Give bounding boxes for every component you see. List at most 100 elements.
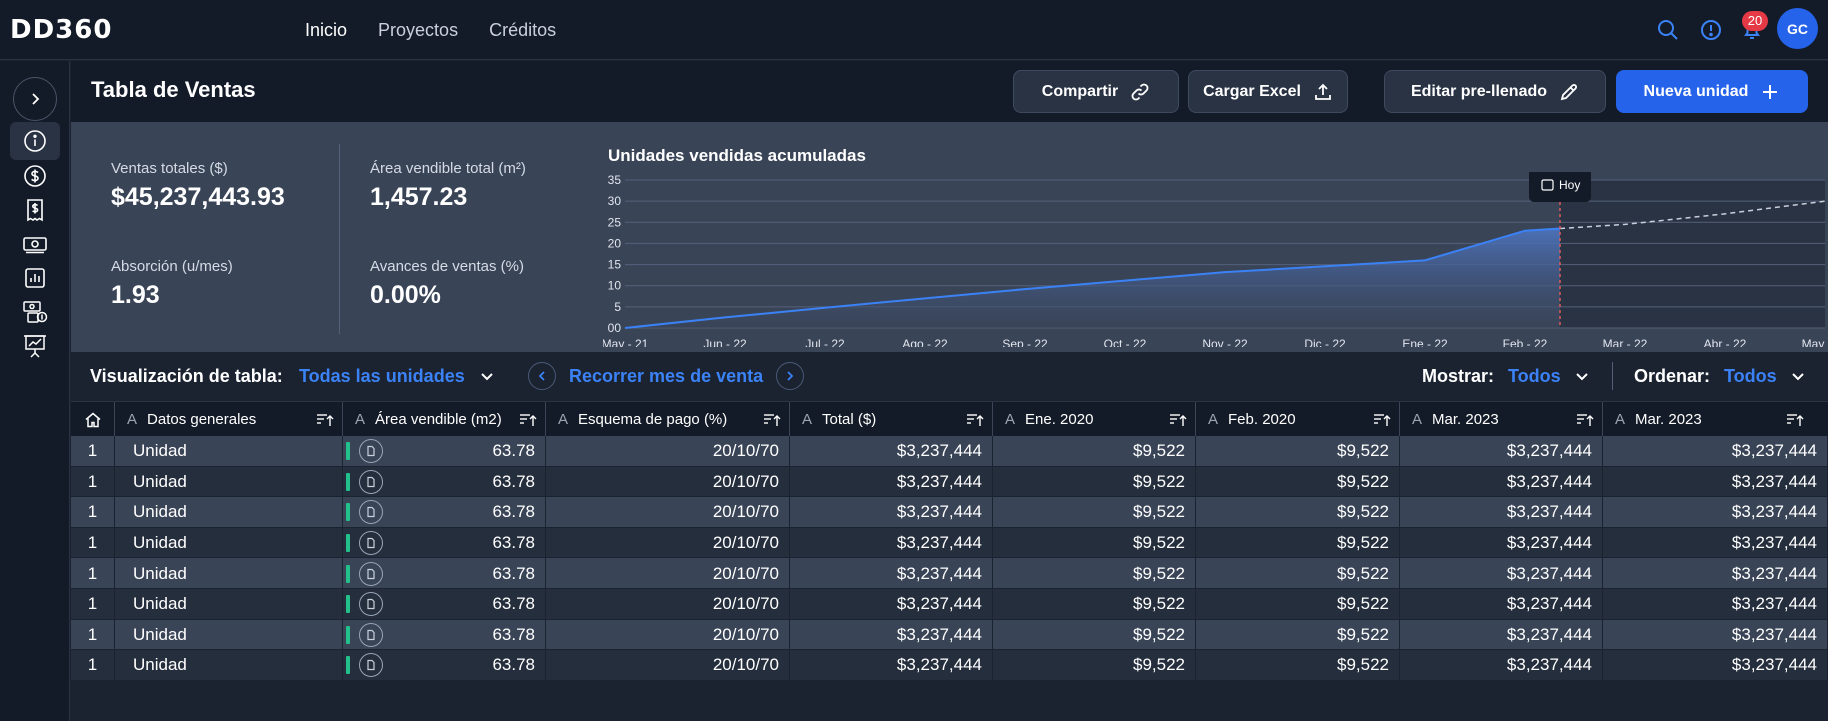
cell-value: $9,522 — [1337, 471, 1389, 491]
sort-icon[interactable] — [1786, 412, 1804, 428]
prev-month-button[interactable] — [528, 362, 556, 390]
kpi-progress: Avances de ventas (%) 0.00% — [370, 258, 524, 310]
nav-proyectos[interactable]: Proyectos — [378, 20, 458, 41]
share-button[interactable]: Compartir — [1013, 70, 1179, 113]
sidebar-toggle-button[interactable] — [13, 77, 57, 121]
show-dropdown[interactable]: Todos — [1508, 366, 1561, 387]
table-row[interactable]: 1 Unidad 63.78 20/10/70 $3,237,444 $9,522 $9,5… — [71, 650, 1828, 681]
table-row[interactable]: 1 Unidad 63.78 20/10/70 $3,237,444 $9,522 $9,5… — [71, 558, 1828, 589]
column-header[interactable]: A Datos generales — [115, 402, 343, 437]
table-cell: $3,237,444 — [1603, 497, 1828, 528]
sort-icon[interactable] — [966, 412, 984, 428]
sidebar-item-receipts[interactable] — [10, 191, 60, 229]
cell-value: Unidad — [133, 594, 187, 614]
next-month-button[interactable] — [776, 362, 804, 390]
kpi-absorption-value: 1.93 — [111, 281, 160, 309]
table-cell: $9,522 — [1196, 558, 1400, 589]
y-tick-label: 30 — [608, 194, 622, 208]
table-row[interactable]: 1 Unidad 63.78 20/10/70 $3,237,444 $9,522 $9,5… — [71, 527, 1828, 559]
y-tick-label: 10 — [608, 279, 622, 293]
cell-value: 1 — [87, 441, 98, 461]
future-region — [1560, 180, 1825, 328]
column-header[interactable]: A Mar. 2023 — [1400, 402, 1603, 437]
cell-value: 20/10/70 — [712, 502, 779, 522]
search-icon[interactable] — [1656, 18, 1680, 42]
sort-icon[interactable] — [519, 412, 537, 428]
cell-value: $3,237,444 — [1731, 502, 1817, 522]
column-header[interactable]: A Mar. 2023 — [1603, 402, 1828, 437]
table-cell: $3,237,444 — [1603, 558, 1828, 589]
view-dropdown[interactable]: Todas las unidades — [299, 366, 465, 387]
alert-info-icon[interactable] — [1699, 18, 1723, 42]
column-header-label: Ene. 2020 — [1025, 411, 1094, 428]
table-row[interactable]: 1 Unidad 63.78 20/10/70 $3,237,444 $9,522 $9,5… — [71, 466, 1828, 498]
cell-value: Unidad — [133, 655, 187, 675]
text-type-icon: A — [127, 411, 138, 428]
order-dropdown[interactable]: Todos — [1724, 366, 1777, 387]
month-nav-label[interactable]: Recorrer mes de venta — [569, 366, 763, 387]
column-header[interactable]: A Total ($) — [790, 402, 993, 437]
table-row[interactable]: 1 Unidad 63.78 20/10/70 $3,237,444 $9,522 $9,5… — [71, 589, 1828, 620]
column-header[interactable]: A Feb. 2020 — [1196, 402, 1400, 437]
chevron-down-icon[interactable] — [1790, 369, 1806, 385]
sort-icon[interactable] — [763, 412, 781, 428]
sales-chart: 00 5 10 15 20 25 30 35 May - 21 Jun - 22 Jul - 22 A… — [603, 172, 1828, 347]
cell-value: $3,237,444 — [896, 624, 982, 644]
table-cell: 20/10/70 — [546, 619, 790, 651]
column-header[interactable]: A Ene. 2020 — [993, 402, 1196, 437]
cell-value: $9,522 — [1337, 594, 1389, 614]
table-cell: 1 — [71, 436, 115, 467]
upload-excel-button[interactable]: Cargar Excel — [1188, 70, 1348, 113]
sort-icon[interactable] — [1576, 412, 1594, 428]
cell-value: $3,237,444 — [1731, 471, 1817, 491]
sidebar-item-sales[interactable] — [10, 157, 60, 195]
nav-creditos[interactable]: Créditos — [489, 20, 556, 41]
kpi-divider — [339, 144, 340, 334]
sort-icon[interactable] — [1373, 412, 1391, 428]
cell-value: $3,237,444 — [1731, 594, 1817, 614]
sidebar-item-info[interactable] — [10, 122, 60, 160]
new-unit-button[interactable]: Nueva unidad — [1616, 70, 1808, 113]
chevron-down-icon[interactable] — [479, 369, 495, 385]
text-type-icon: A — [1412, 411, 1423, 428]
column-header-label: Datos generales — [147, 411, 257, 428]
chevron-down-icon[interactable] — [1574, 369, 1590, 385]
cell-value: 20/10/70 — [712, 563, 779, 583]
y-tick-label: 00 — [608, 321, 622, 335]
sidebar-item-finance[interactable] — [10, 293, 60, 331]
info-icon — [23, 129, 47, 153]
cell-value: $3,237,444 — [1506, 502, 1592, 522]
table-row[interactable]: 1 Unidad 63.78 20/10/70 $3,237,444 $9,522 $9,5… — [71, 436, 1828, 467]
edit-prefill-button[interactable]: Editar pre-llenado — [1384, 70, 1606, 113]
table-row[interactable]: 1 Unidad 63.78 20/10/70 $3,237,444 $9,522 $9,5… — [71, 619, 1828, 651]
text-type-icon: A — [1005, 411, 1016, 428]
kpi-area-label: Área vendible total (m²) — [370, 160, 526, 177]
sort-icon[interactable] — [316, 412, 334, 428]
x-tick-label: May - 21 — [603, 337, 649, 347]
column-header[interactable]: A Esquema de pago (%) — [546, 402, 790, 437]
sort-icon[interactable] — [1169, 412, 1187, 428]
table-row[interactable]: 1 Unidad 63.78 20/10/70 $3,237,444 $9,522 $9,5… — [71, 497, 1828, 528]
kpi-area: Área vendible total (m²) 1,457.23 — [370, 160, 526, 212]
new-unit-button-label: Nueva unidad — [1643, 82, 1749, 100]
sidebar-item-reports[interactable] — [10, 259, 60, 297]
sidebar-item-payments[interactable] — [10, 225, 60, 263]
cell-value: $3,237,444 — [896, 502, 982, 522]
table-cell: $9,522 — [993, 650, 1196, 681]
cell-value: Unidad — [133, 624, 187, 644]
table-cell: $3,237,444 — [1603, 619, 1828, 651]
column-header[interactable]: A Área vendible (m2) — [343, 402, 546, 437]
order-label: Ordenar: — [1634, 366, 1711, 386]
presentation-chart-icon — [22, 333, 48, 359]
home-column-header[interactable] — [71, 402, 115, 437]
dollar-icon — [23, 164, 47, 188]
cell-value: $3,237,444 — [1731, 624, 1817, 644]
app-logo[interactable]: DD360 — [10, 16, 112, 44]
sidebar-item-presentation[interactable] — [10, 327, 60, 365]
user-avatar[interactable]: GC — [1777, 8, 1818, 49]
nav-inicio[interactable]: Inicio — [305, 20, 347, 41]
column-header-label: Feb. 2020 — [1228, 411, 1296, 428]
cell-value: $9,522 — [1133, 441, 1185, 461]
table-cell: 63.78 — [343, 619, 546, 651]
x-tick-label: May - 22 — [1802, 337, 1828, 347]
